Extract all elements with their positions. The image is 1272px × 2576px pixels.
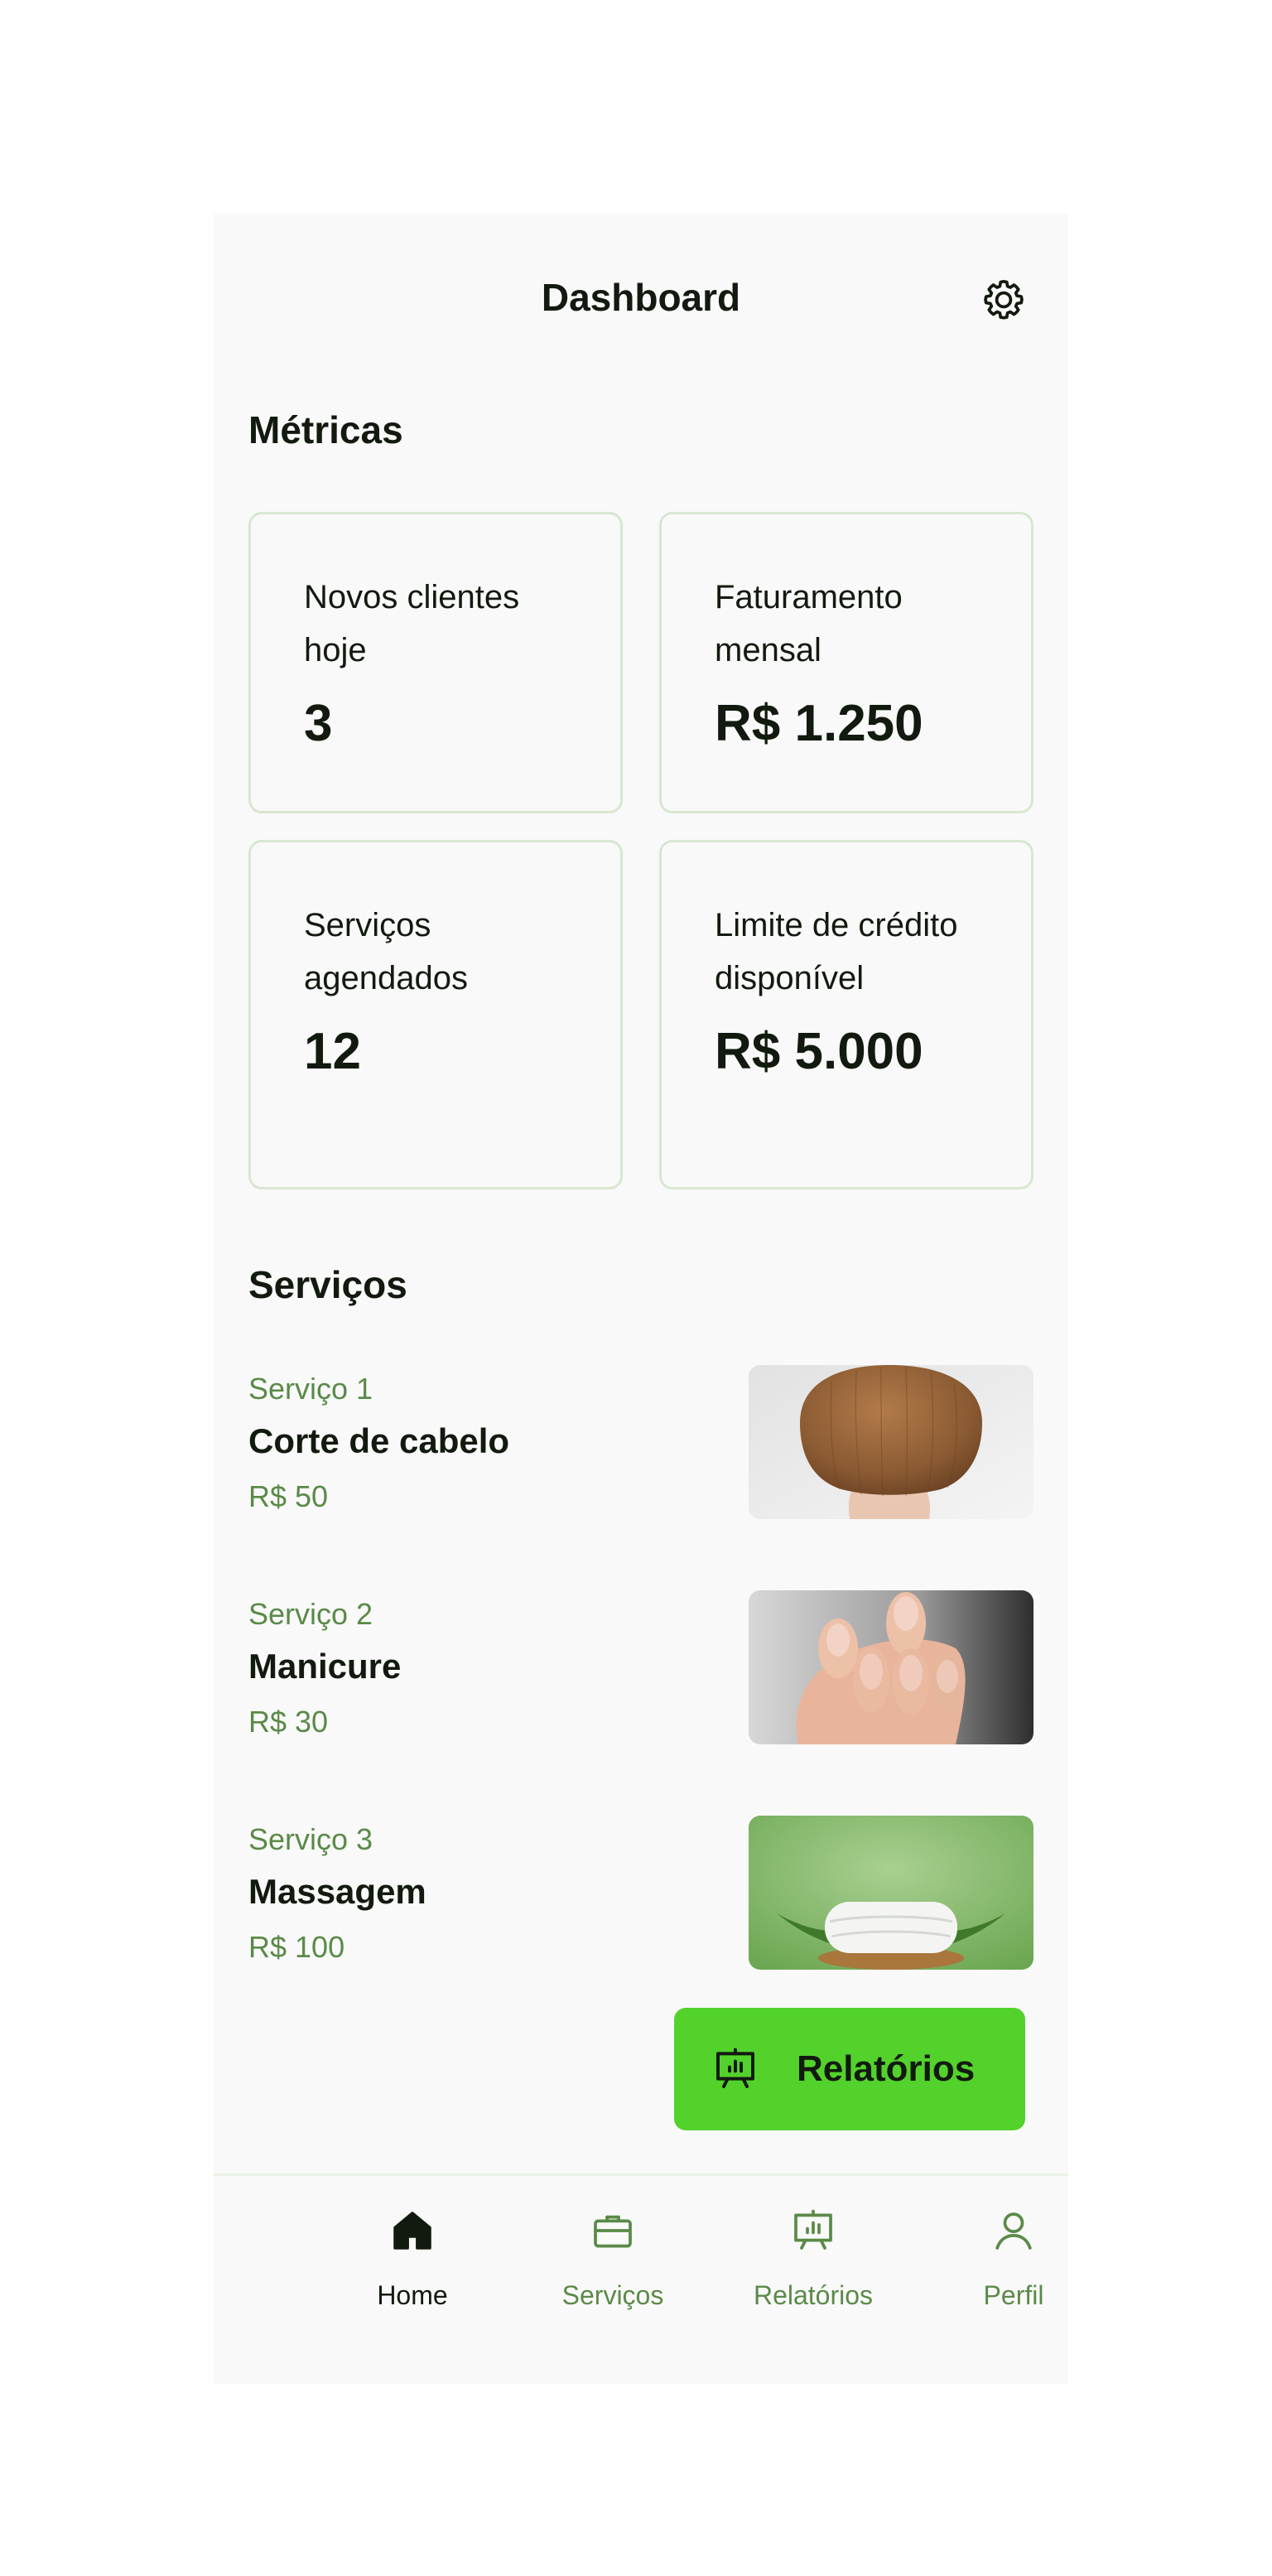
- service-price: R$ 100: [248, 1930, 345, 1964]
- header: Dashboard: [214, 214, 1068, 388]
- metrics-section-title: Métricas: [248, 408, 403, 451]
- service-price: R$ 30: [248, 1705, 329, 1739]
- metric-label: Novos clientes hoje: [304, 579, 520, 668]
- metric-card-new-clients: Novos clientes hoje 3: [248, 512, 623, 813]
- nav-item-home[interactable]: Home: [321, 2201, 504, 2342]
- metric-value: 3: [304, 695, 333, 752]
- reports-fab-button[interactable]: Relatórios: [674, 2008, 1025, 2130]
- user-icon: [989, 2206, 1038, 2255]
- nav-item-reports[interactable]: Relatórios: [722, 2201, 904, 2342]
- metric-label: Serviços agendados: [304, 907, 468, 996]
- service-item-massage[interactable]: Serviço 3 Massagem R$ 100: [248, 1816, 1034, 1970]
- service-item-haircut[interactable]: Serviço 1 Corte de cabelo R$ 50: [248, 1365, 1034, 1519]
- service-number: Serviço 2: [248, 1597, 373, 1631]
- presentation-chart-icon: [712, 2046, 759, 2092]
- reports-fab-label: Relatórios: [797, 2048, 976, 2089]
- massage-image: [749, 1816, 1034, 1970]
- page-title: Dashboard: [541, 276, 741, 319]
- metric-value: R$ 5.000: [715, 1023, 923, 1080]
- bottom-nav: Home Serviços Relatórios Perfil: [214, 2173, 1068, 2386]
- metric-value: R$ 1.250: [715, 695, 923, 752]
- house-icon: [388, 2206, 437, 2255]
- metric-card-scheduled-services: Serviços agendados 12: [248, 840, 623, 1189]
- metric-card-monthly-revenue: Faturamento mensal R$ 1.250: [659, 512, 1034, 813]
- briefcase-icon: [588, 2206, 638, 2255]
- metric-card-credit-limit: Limite de crédito disponível R$ 5.000: [659, 840, 1034, 1189]
- nav-label: Home: [377, 2280, 448, 2310]
- nav-label: Serviços: [561, 2280, 664, 2310]
- app-screen: Dashboard Métricas Novos clientes hoje 3…: [214, 214, 1068, 2384]
- service-price: R$ 50: [248, 1479, 329, 1513]
- service-name: Corte de cabelo: [248, 1421, 510, 1460]
- nav-label: Relatórios: [753, 2280, 874, 2310]
- service-item-manicure[interactable]: Serviço 2 Manicure R$ 30: [248, 1590, 1034, 1744]
- settings-button[interactable]: [977, 273, 1030, 326]
- nav-label: Perfil: [983, 2280, 1044, 2310]
- gear-icon: [984, 279, 1024, 320]
- metric-label: Faturamento mensal: [715, 579, 903, 668]
- service-number: Serviço 1: [248, 1372, 373, 1406]
- service-name: Massagem: [248, 1872, 426, 1911]
- presentation-chart-icon: [788, 2206, 838, 2255]
- services-section-title: Serviços: [248, 1263, 407, 1306]
- service-name: Manicure: [248, 1647, 402, 1686]
- service-number: Serviço 3: [248, 1822, 373, 1856]
- manicure-image: [749, 1590, 1034, 1744]
- nav-item-profile[interactable]: Perfil: [923, 2201, 1105, 2342]
- metric-value: 12: [304, 1023, 361, 1080]
- haircut-image: [749, 1365, 1034, 1519]
- metric-label: Limite de crédito disponível: [715, 907, 958, 996]
- nav-item-services[interactable]: Serviços: [522, 2201, 704, 2342]
